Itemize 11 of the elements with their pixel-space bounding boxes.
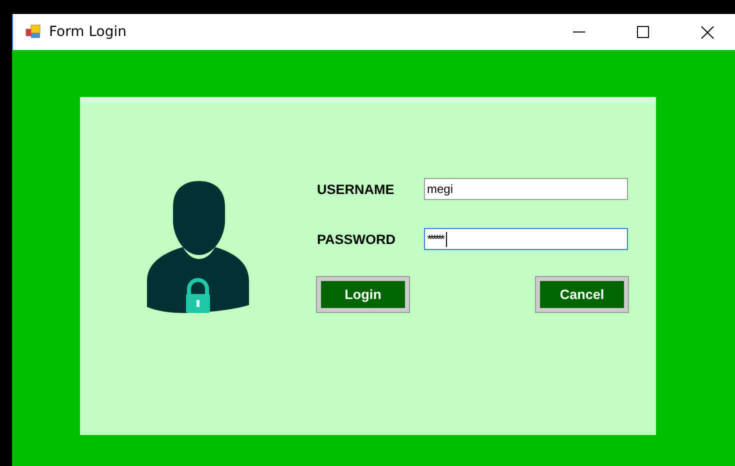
- window-title: Form Login: [49, 24, 128, 40]
- cancel-button[interactable]: Cancel: [536, 277, 628, 312]
- minimize-icon[interactable]: [573, 31, 585, 33]
- username-field[interactable]: megi: [424, 178, 628, 200]
- close-icon[interactable]: [700, 26, 714, 38]
- app-icon: [25, 24, 41, 40]
- field-label: USERNAME: [317, 182, 396, 196]
- maximize-icon[interactable]: [637, 26, 649, 38]
- login-button[interactable]: Login: [317, 277, 409, 312]
- field-label: PASSWORD: [317, 232, 397, 246]
- password-field[interactable]: ******: [424, 228, 628, 250]
